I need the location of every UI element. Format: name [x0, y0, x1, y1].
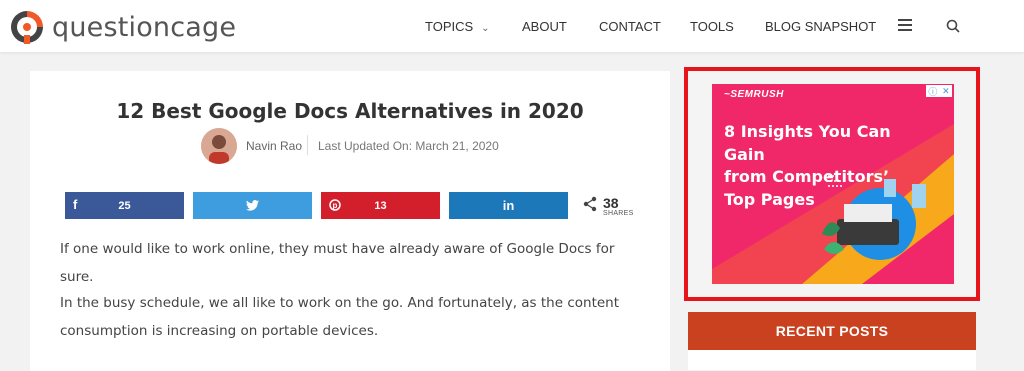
logo-text: questioncage [52, 11, 237, 43]
recent-posts-heading: RECENT POSTS [688, 312, 976, 350]
facebook-share-count: 25 [118, 199, 131, 212]
questioncage-logo-icon [11, 11, 43, 44]
nav-blog-snapshot[interactable]: BLOG SNAPSHOT [765, 19, 876, 34]
total-shares-label: SHARES [603, 210, 634, 217]
pinterest-share-count: 13 [374, 199, 387, 212]
nav-topics-label: TOPICS [425, 19, 474, 34]
linkedin-icon: in [502, 198, 515, 213]
ad-headline-line-3: Top Pages [724, 189, 815, 209]
semrush-ad-banner[interactable]: ~SEMRUSH ⓘ ✕ 8 Insights You Can Gain from… [712, 84, 954, 284]
svg-text:p: p [333, 201, 338, 210]
facebook-icon: f [73, 197, 78, 212]
paragraph-2-line-1: In the busy schedule, we all like to wor… [60, 295, 620, 311]
article-title: 12 Best Google Docs Alternatives in 2020 [116, 99, 584, 123]
nav-topics[interactable]: TOPICS ⌄ [425, 19, 490, 34]
semrush-logo: ~SEMRUSH [724, 89, 784, 100]
ad-choices-icon[interactable]: ⓘ ✕ [926, 85, 952, 97]
pinterest-icon: p [329, 199, 341, 211]
share-linkedin-button[interactable]: in [449, 192, 568, 219]
paragraph-1: If one would like to work online, they m… [60, 241, 615, 285]
site-header: questioncage TOPICS ⌄ ABOUT CONTACT TOOLS… [0, 0, 1024, 52]
chevron-down-icon: ⌄ [481, 23, 490, 34]
author-name[interactable]: Navin Rao [246, 139, 302, 153]
twitter-icon [246, 200, 259, 211]
meta-divider [307, 135, 308, 155]
total-shares-count: 38 [603, 195, 619, 211]
article-card: 12 Best Google Docs Alternatives in 2020… [30, 71, 670, 371]
recent-posts-list [688, 350, 976, 370]
nav-about[interactable]: ABOUT [522, 19, 567, 34]
ad-headline-line-2: from Competitors’ [724, 167, 890, 186]
paragraph-2-line-2: consumption is increasing on portable de… [60, 323, 379, 339]
share-twitter-button[interactable] [193, 192, 312, 219]
site-logo[interactable]: questioncage [8, 7, 236, 47]
close-icon: ✕ [942, 85, 950, 96]
nav-contact[interactable]: CONTACT [599, 19, 661, 34]
last-updated: Last Updated On: March 21, 2020 [318, 139, 499, 153]
share-facebook-button[interactable]: f 25 [65, 192, 184, 219]
info-icon: ⓘ [928, 86, 938, 97]
author-avatar[interactable] [201, 128, 237, 164]
hamburger-icon[interactable] [898, 19, 912, 31]
ad-highlight-frame: ~SEMRUSH ⓘ ✕ 8 Insights You Can Gain from… [684, 67, 980, 301]
ad-headline: 8 Insights You Can Gain from Competitors… [724, 121, 924, 211]
nav-tools[interactable]: TOOLS [690, 19, 734, 34]
share-icon [583, 196, 597, 212]
search-icon[interactable] [946, 19, 960, 33]
avatar-image [201, 128, 237, 164]
share-pinterest-button[interactable]: p 13 [321, 192, 440, 219]
ad-headline-line-1: 8 Insights You Can Gain [724, 122, 891, 164]
